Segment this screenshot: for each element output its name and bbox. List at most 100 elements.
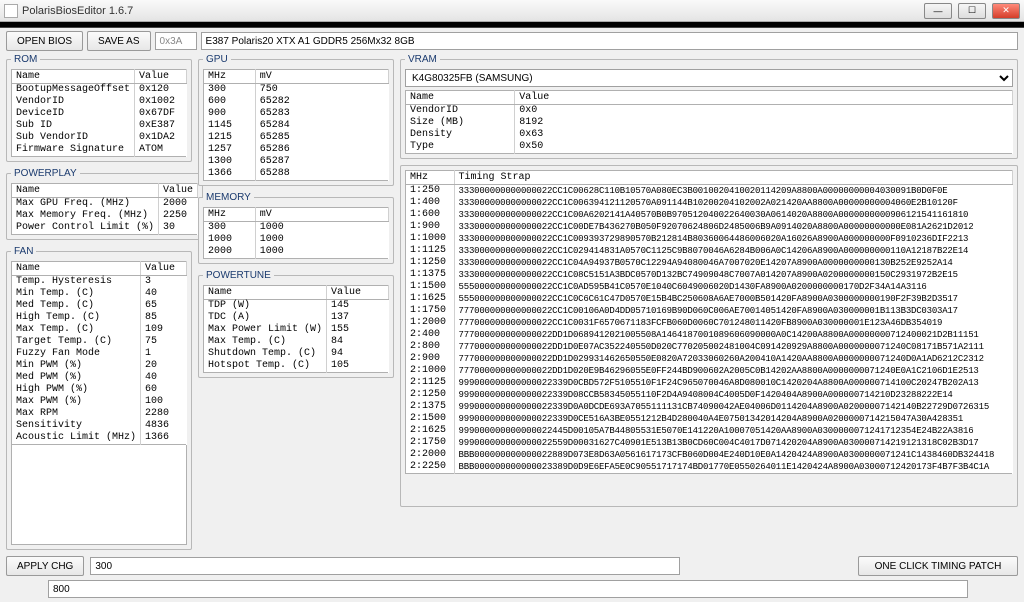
table-row[interactable]: 1:250333000000000000022CC1C00628C110B105… [406,185,1013,198]
table-row[interactable]: Sub ID0xE387 [12,120,187,132]
table-row[interactable]: Min PWM (%)20 [12,360,187,372]
table-row[interactable]: Max Temp. (C)84 [204,336,389,348]
vram-info-table[interactable]: Name Value VendorID0x0Size (MB)8192Densi… [405,90,1013,154]
table-row[interactable]: 2:1000777000000000000022DD1D020E9B462960… [406,365,1013,377]
table-row[interactable]: VendorID0x1002 [12,96,187,108]
table-row[interactable]: Max Temp. (C)109 [12,324,187,336]
table-row[interactable]: 10001000 [204,234,389,246]
table-row[interactable]: 1:900333000000000000022CC1C00DE7B436270B… [406,221,1013,233]
table-row[interactable]: 2:1125999000000000000022339D0CBD572F5105… [406,377,1013,389]
table-row[interactable]: Min Temp. (C)40 [12,288,187,300]
table-row[interactable]: Med Temp. (C)65 [12,300,187,312]
table-row[interactable]: Sub VendorID0x1DA2 [12,132,187,144]
table-row[interactable]: Temp. Hysteresis3 [12,276,187,289]
table-row[interactable]: Acoustic Limit (MHz)1366 [12,432,187,445]
minimize-button[interactable]: — [924,3,952,19]
table-row[interactable]: 2:1625999000000000000022445D00105A7B4480… [406,425,1013,437]
rom-table[interactable]: Name Value BootupMessageOffset0x120Vendo… [11,69,187,157]
table-row[interactable]: 130065287 [204,156,389,168]
table-row[interactable]: Firmware SignatureATOM [12,144,187,157]
table-row[interactable]: Power Control Limit (%)30 [12,222,198,235]
table-row[interactable]: 2:900777000000000000022DD1D0299314626505… [406,353,1013,365]
table-row[interactable]: Sensitivity4836 [12,420,187,432]
col-name: Name [12,184,159,198]
table-row[interactable]: 20001000 [204,246,389,259]
bottom-bar: APPLY CHG 300 ONE CLICK TIMING PATCH [0,554,1024,578]
table-row[interactable]: 2:1250999000000000000022339D08CCB5834505… [406,389,1013,401]
table-row[interactable]: Size (MB)8192 [406,117,1013,129]
table-row[interactable]: 114565284 [204,120,389,132]
table-row[interactable]: High Temp. (C)85 [12,312,187,324]
gpu-table[interactable]: MHz mV 300750600652829006528311456528412… [203,69,389,181]
table-row[interactable]: 1:1000333000000000000022CC1C009393729890… [406,233,1013,245]
timing-group: MHz Timing Strap 1:250333000000000000022… [400,165,1018,507]
powertune-table[interactable]: Name Value TDP (W)145TDC (A)137Max Power… [203,285,389,373]
timing-table[interactable]: MHz Timing Strap 1:250333000000000000022… [405,170,1013,474]
table-row[interactable]: 1:400333000000000000022CC1C0063941211205… [406,197,1013,209]
table-row[interactable]: 2:1500999000000000000022339D0CE516A3BE05… [406,413,1013,425]
table-row[interactable]: BootupMessageOffset0x120 [12,84,187,97]
maximize-button[interactable]: ☐ [958,3,986,19]
table-row[interactable]: 125765286 [204,144,389,156]
vram-chip-select[interactable]: K4G80325FB (SAMSUNG) [405,69,1013,87]
vram-legend: VRAM [405,54,440,65]
table-row[interactable]: Density0x63 [406,129,1013,141]
table-row[interactable]: 121565285 [204,132,389,144]
open-bios-button[interactable]: OPEN BIOS [6,31,83,51]
col-mv: mV [255,208,388,222]
table-row[interactable]: 2:1750999000000000000022559D00031627C409… [406,437,1013,449]
table-row[interactable]: 1:1625555000000000000022CC1C0C6C61C47D05… [406,293,1013,305]
offset-field[interactable]: 0x3A [155,32,197,50]
bios-description-field[interactable]: E387 Polaris20 XTX A1 GDDR5 256Mx32 8GB [201,32,1018,50]
gpu-group: GPU MHz mV 30075060065282900652831145652… [198,54,394,186]
table-row[interactable]: Max Memory Freq. (MHz)2250 [12,210,198,222]
table-row[interactable]: Type0x50 [406,141,1013,154]
table-row[interactable]: 60065282 [204,96,389,108]
fan-table[interactable]: Name Value Temp. Hysteresis3Min Temp. (C… [11,261,187,445]
powerplay-table[interactable]: Name Value Max GPU Freq. (MHz)2000Max Me… [11,183,198,235]
save-as-button[interactable]: SAVE AS [87,31,151,51]
memory-group: MEMORY MHz mV 30010001000100020001000 [198,192,394,264]
table-row[interactable]: TDC (A)137 [204,312,389,324]
table-row[interactable]: 2:2000BBB000000000000022889D073E8D63A056… [406,449,1013,461]
table-row[interactable]: DeviceID0x67DF [12,108,187,120]
powertune-legend: POWERTUNE [203,270,274,281]
table-row[interactable]: 1:1375333000000000000022CC1C08C5151A3BDC… [406,269,1013,281]
apply-value-field[interactable]: 300 [90,557,680,575]
status-field[interactable]: 800 [48,580,968,598]
table-row[interactable]: Max GPU Freq. (MHz)2000 [12,198,198,211]
table-row[interactable]: 2:400777000000000000022DD1D0689412021005… [406,329,1013,341]
table-row[interactable]: 3001000 [204,222,389,235]
close-button[interactable]: ✕ [992,3,1020,19]
table-row[interactable]: Hotspot Temp. (C)105 [204,360,389,373]
table-row[interactable]: 1:1500555000000000000022CC1C0AD595B41C05… [406,281,1013,293]
table-row[interactable]: 1:600333000000000000022CC1C00A6202141A40… [406,209,1013,221]
memory-table[interactable]: MHz mV 30010001000100020001000 [203,207,389,259]
col-value: Value [135,70,187,84]
table-row[interactable]: TDP (W)145 [204,300,389,313]
table-row[interactable]: Max Power Limit (W)155 [204,324,389,336]
table-row[interactable]: 1:1750777000000000000022CC1C00106A0D4DD0… [406,305,1013,317]
table-row[interactable]: High PWM (%)60 [12,384,187,396]
col-value: Value [515,91,1013,105]
table-row[interactable]: 2:800777000000000000022DD1D0E07AC3522405… [406,341,1013,353]
table-row[interactable]: 136665288 [204,168,389,181]
table-row[interactable]: 2:1375999000000000000022339D0A0DCDE693A7… [406,401,1013,413]
table-row[interactable]: 1:1125333000000000000022CC1C029414831A05… [406,245,1013,257]
table-row[interactable]: Med PWM (%)40 [12,372,187,384]
apply-change-button[interactable]: APPLY CHG [6,556,84,576]
table-row[interactable]: Shutdown Temp. (C)94 [204,348,389,360]
table-row[interactable]: Fuzzy Fan Mode1 [12,348,187,360]
one-click-timing-patch-button[interactable]: ONE CLICK TIMING PATCH [858,556,1018,576]
table-row[interactable]: Max PWM (%)100 [12,396,187,408]
powerplay-legend: POWERPLAY [11,168,80,179]
table-row[interactable]: Max RPM2280 [12,408,187,420]
table-row[interactable]: 300750 [204,84,389,97]
table-row[interactable]: Target Temp. (C)75 [12,336,187,348]
table-row[interactable]: 1:2000777000000000000022CC1C0031F6570671… [406,317,1013,329]
table-row[interactable]: 90065283 [204,108,389,120]
col-value: Value [159,184,198,198]
table-row[interactable]: 2:2250BBB000000000000023389D0D9E6EFA5E0C… [406,461,1013,474]
table-row[interactable]: 1:1250333000000000000022CC1C04A94937B057… [406,257,1013,269]
table-row[interactable]: VendorID0x0 [406,105,1013,118]
